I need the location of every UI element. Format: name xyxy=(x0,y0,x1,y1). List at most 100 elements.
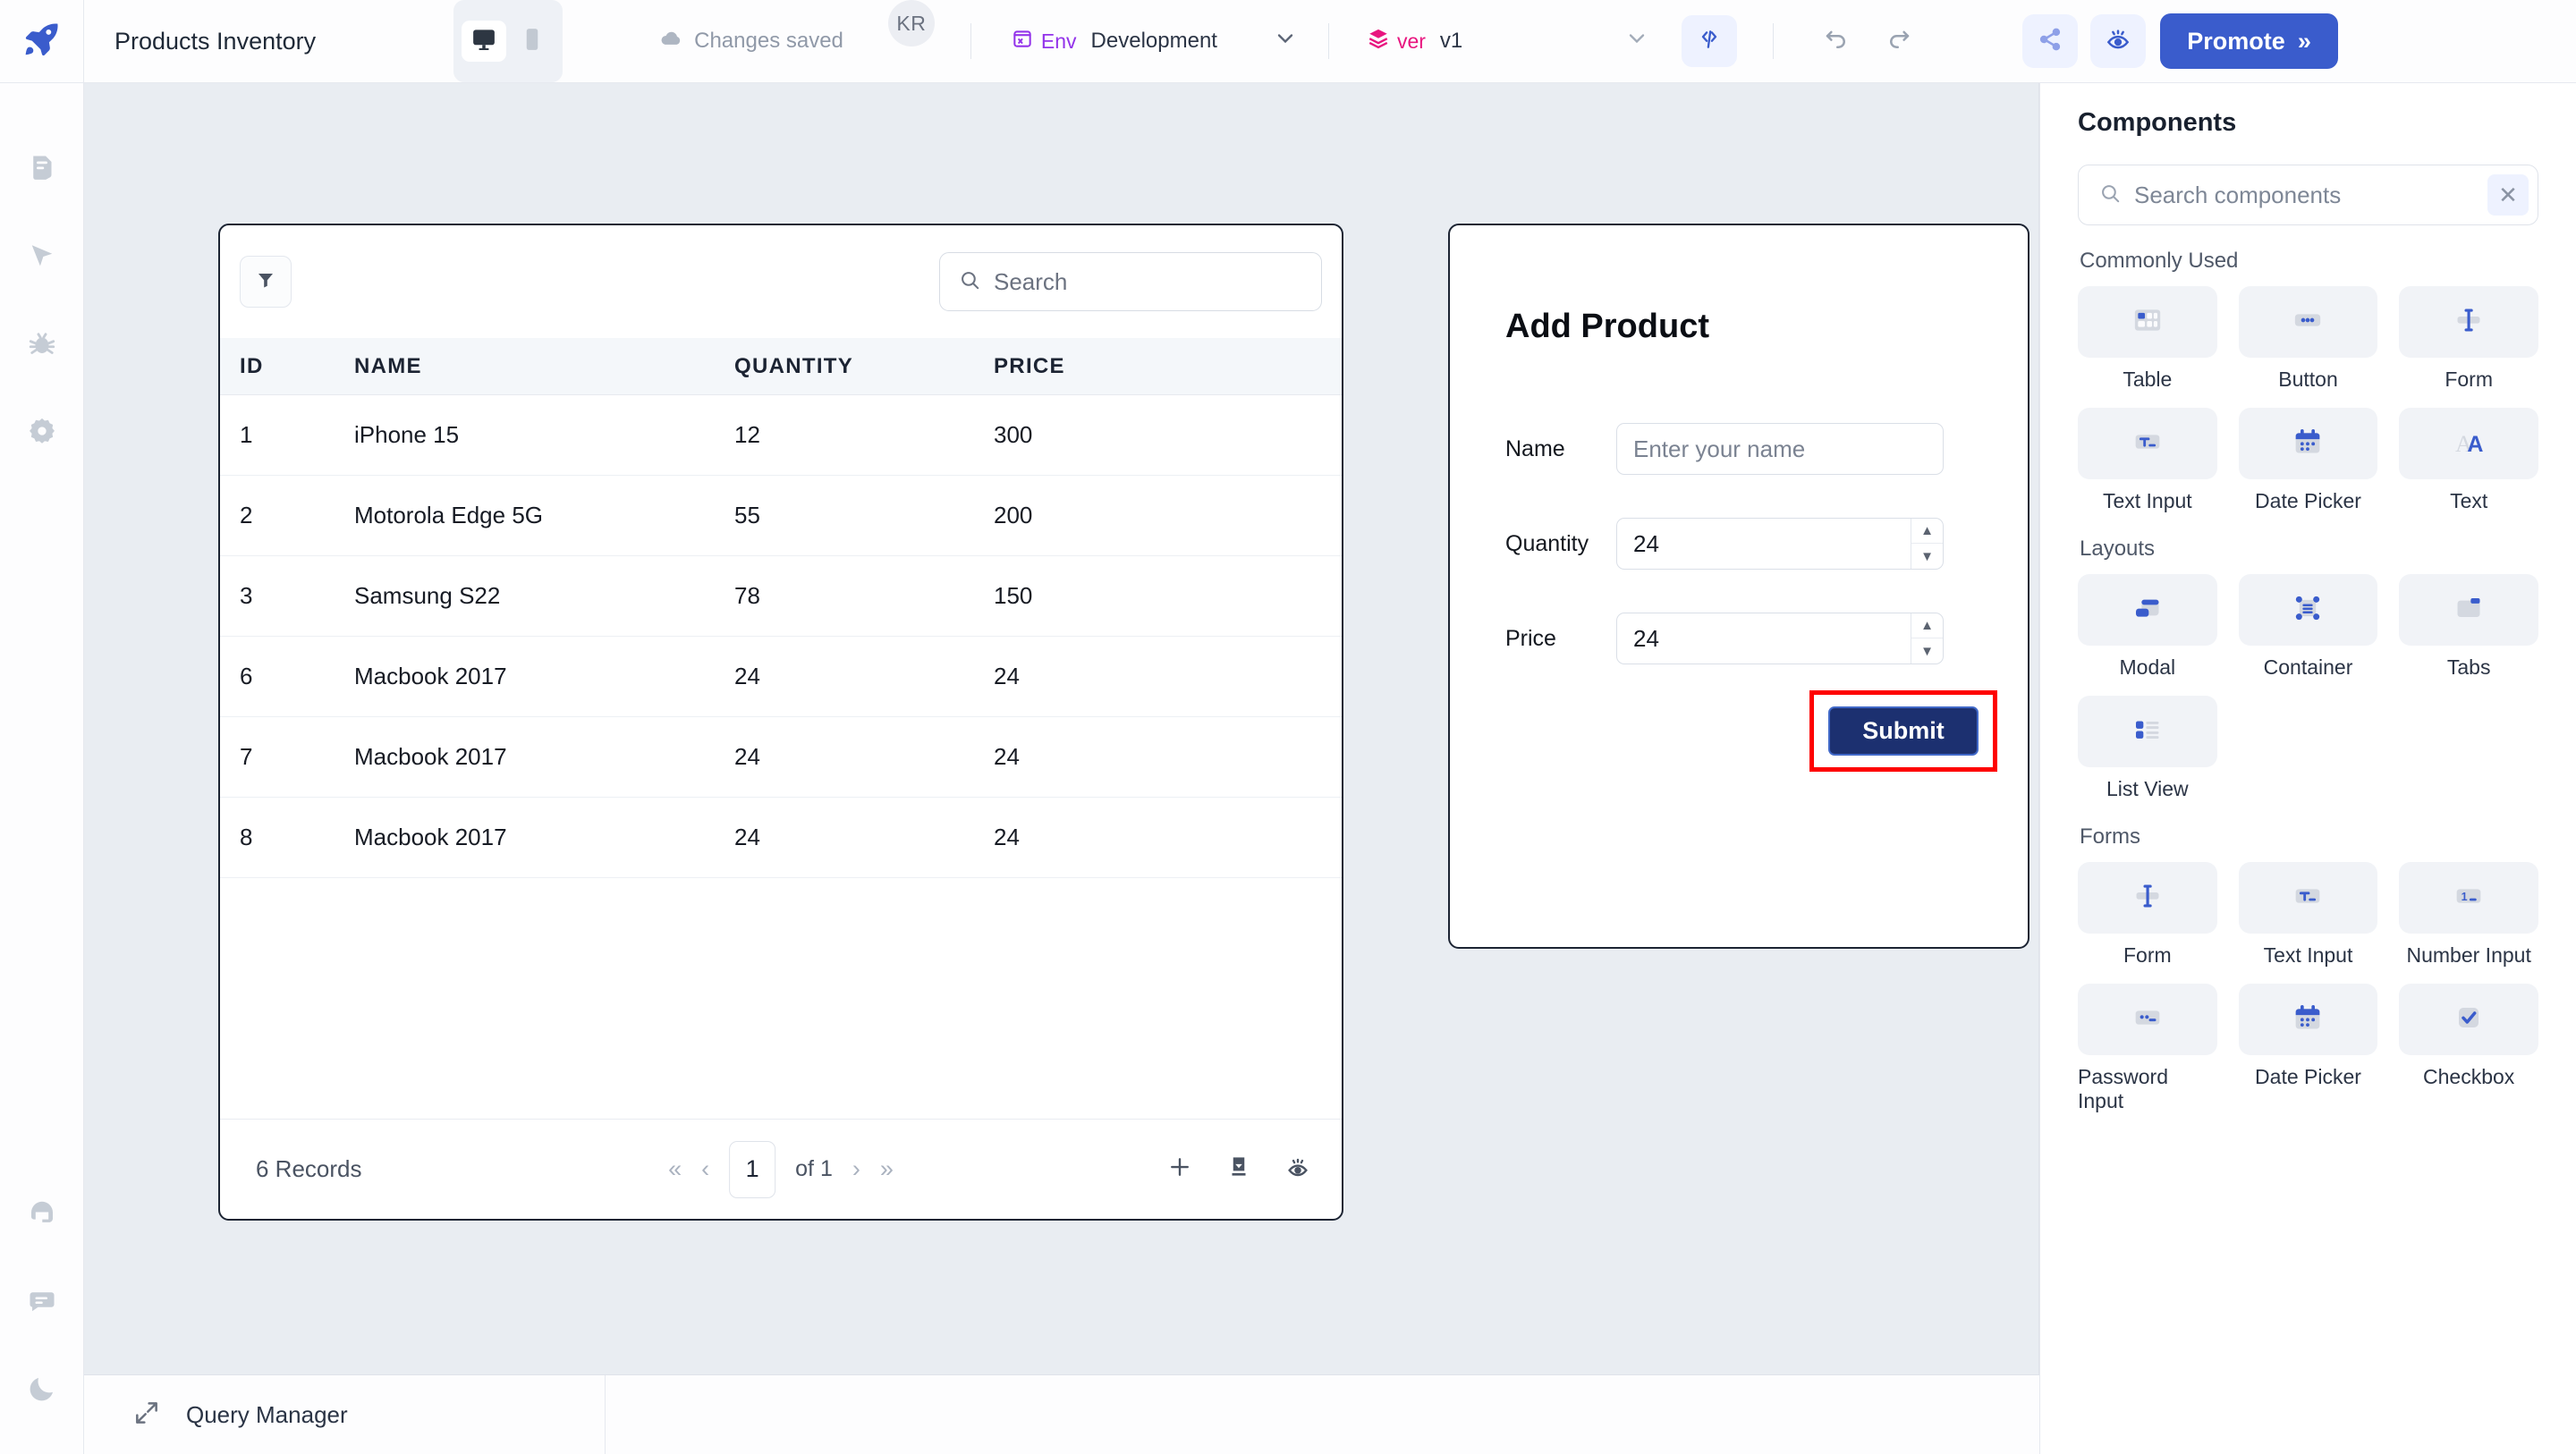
price-stepper[interactable]: ▲ ▼ xyxy=(1911,613,1943,664)
gear-settings-icon xyxy=(26,415,58,452)
double-chevron-right-icon: » xyxy=(2297,27,2311,55)
component-tile xyxy=(2078,408,2217,479)
page-first-button[interactable]: « xyxy=(668,1155,682,1183)
page-next-button[interactable]: › xyxy=(852,1155,860,1183)
sidebar-item-inspector[interactable] xyxy=(0,214,84,301)
stepper-down-icon[interactable]: ▼ xyxy=(1911,638,1943,664)
env-chip: Env xyxy=(1011,27,1077,55)
quantity-input[interactable] xyxy=(1633,529,1927,558)
components-search-box[interactable]: ✕ xyxy=(2078,165,2538,225)
cell-id: 6 xyxy=(240,663,253,689)
price-field-wrap[interactable]: ▲ ▼ xyxy=(1616,613,1944,664)
components-search-input[interactable] xyxy=(2134,181,2475,209)
redo-button[interactable] xyxy=(1874,16,1924,66)
component-card-date-picker[interactable]: Date Picker xyxy=(2238,408,2378,513)
left-rail-bottom xyxy=(0,1171,84,1434)
sidebar-item-debugger[interactable] xyxy=(0,301,84,389)
page-last-button[interactable]: » xyxy=(880,1155,894,1183)
chevron-down-icon[interactable] xyxy=(1273,26,1298,56)
funnel-filter-icon xyxy=(255,269,276,295)
cloud-check-icon xyxy=(659,27,682,56)
stepper-up-icon[interactable]: ▲ xyxy=(1911,613,1943,638)
component-card-date-picker-2[interactable]: Date Picker xyxy=(2238,984,2378,1113)
version-chip-label: ver xyxy=(1396,29,1426,53)
component-card-button[interactable]: Button xyxy=(2238,286,2378,392)
stepper-up-icon[interactable]: ▲ xyxy=(1911,519,1943,544)
app-logo[interactable] xyxy=(0,0,84,82)
component-card-tabs[interactable]: Tabs xyxy=(2399,574,2538,680)
page-number-input[interactable]: 1 xyxy=(729,1140,776,1198)
component-card-table[interactable]: Table xyxy=(2078,286,2217,392)
page-prev-button[interactable]: ‹ xyxy=(701,1155,709,1183)
column-header-name[interactable]: NAME xyxy=(354,354,734,379)
component-card-form-2[interactable]: Form xyxy=(2078,862,2217,968)
table-search-box[interactable] xyxy=(939,252,1322,311)
query-manager-toggle[interactable]: Query Manager xyxy=(84,1375,606,1454)
component-card-password-input[interactable]: Password Input xyxy=(2078,984,2217,1113)
column-header-price[interactable]: PRICE xyxy=(994,354,1342,379)
cell-quantity: 12 xyxy=(734,421,760,448)
form-caret-icon xyxy=(2451,302,2487,342)
sidebar-item-theme[interactable] xyxy=(0,1347,84,1434)
column-header-quantity[interactable]: QUANTITY xyxy=(734,354,994,379)
modal-stack-icon xyxy=(2130,590,2165,630)
table-row[interactable]: 1 iPhone 15 12 300 xyxy=(220,395,1342,476)
name-input[interactable] xyxy=(1633,435,1927,463)
price-input[interactable] xyxy=(1633,624,1927,653)
eye-column-visibility-icon[interactable] xyxy=(1284,1154,1311,1185)
table-row[interactable]: 3 Samsung S22 78 150 xyxy=(220,556,1342,637)
sidebar-item-support[interactable] xyxy=(0,1171,84,1259)
submit-button[interactable]: Submit xyxy=(1828,706,1979,756)
table-row[interactable]: 7 Macbook 2017 24 24 xyxy=(220,717,1342,798)
table-footer: 6 Records « ‹ 1 of 1 › » xyxy=(220,1119,1342,1219)
component-tile xyxy=(2078,286,2217,358)
components-grid-layouts: Modal Container Tabs List View xyxy=(2078,574,2538,801)
table-row[interactable]: 8 Macbook 2017 24 24 xyxy=(220,798,1342,878)
download-export-icon[interactable] xyxy=(1225,1154,1252,1185)
form-row-price: Price ▲ ▼ xyxy=(1505,613,1972,664)
device-preview-toggle[interactable] xyxy=(453,0,564,82)
quantity-stepper[interactable]: ▲ ▼ xyxy=(1911,519,1943,569)
share-button[interactable] xyxy=(2022,14,2079,68)
component-card-checkbox[interactable]: Checkbox xyxy=(2399,984,2538,1113)
sidebar-item-settings[interactable] xyxy=(0,389,84,477)
text-input-icon xyxy=(2290,878,2326,918)
sidebar-item-comments[interactable] xyxy=(0,1259,84,1347)
version-selector[interactable]: ver v1 xyxy=(1367,0,1649,82)
component-label: Date Picker xyxy=(2255,1065,2361,1088)
table-row[interactable]: 2 Motorola Edge 5G 55 200 xyxy=(220,476,1342,556)
component-card-form[interactable]: Form xyxy=(2399,286,2538,392)
component-card-container[interactable]: Container xyxy=(2238,574,2378,680)
table-search-input[interactable] xyxy=(994,267,1303,296)
promote-label: Promote xyxy=(2187,27,2285,55)
component-card-modal[interactable]: Modal xyxy=(2078,574,2217,680)
quantity-field-wrap[interactable]: ▲ ▼ xyxy=(1616,518,1944,570)
component-card-number-input[interactable]: 1 Number Input xyxy=(2399,862,2538,968)
avatar[interactable]: KR xyxy=(887,0,935,46)
rocket-logo-icon xyxy=(22,20,62,63)
expand-diagonal-icon[interactable] xyxy=(132,1399,161,1432)
undo-button[interactable] xyxy=(1811,16,1861,66)
refresh-button[interactable] xyxy=(1682,15,1738,67)
environment-selector[interactable]: Env Development xyxy=(1011,0,1298,82)
plus-add-row-icon[interactable] xyxy=(1166,1154,1193,1185)
close-x-icon[interactable]: ✕ xyxy=(2487,174,2529,216)
device-mobile-button[interactable] xyxy=(510,21,555,62)
component-card-list-view[interactable]: List View xyxy=(2078,696,2217,801)
components-grid-commonly-used: Table Button Form Text Input Date Picker… xyxy=(2078,286,2538,513)
component-card-text-input-2[interactable]: Text Input xyxy=(2238,862,2378,968)
sidebar-item-pages[interactable] xyxy=(0,126,84,214)
table-filter-button[interactable] xyxy=(240,256,292,308)
mobile-phone-icon xyxy=(519,26,546,57)
preview-button[interactable] xyxy=(2090,14,2147,68)
stepper-down-icon[interactable]: ▼ xyxy=(1911,544,1943,569)
device-desktop-button[interactable] xyxy=(462,21,507,62)
component-label: Form xyxy=(2445,368,2493,391)
name-field-wrap[interactable] xyxy=(1616,423,1944,475)
column-header-id[interactable]: ID xyxy=(240,354,354,379)
component-card-text-input[interactable]: Text Input xyxy=(2078,408,2217,513)
chevron-down-icon[interactable] xyxy=(1624,26,1649,56)
component-card-text[interactable]: A A Text xyxy=(2399,408,2538,513)
table-row[interactable]: 6 Macbook 2017 24 24 xyxy=(220,637,1342,717)
promote-button[interactable]: Promote » xyxy=(2160,13,2338,69)
